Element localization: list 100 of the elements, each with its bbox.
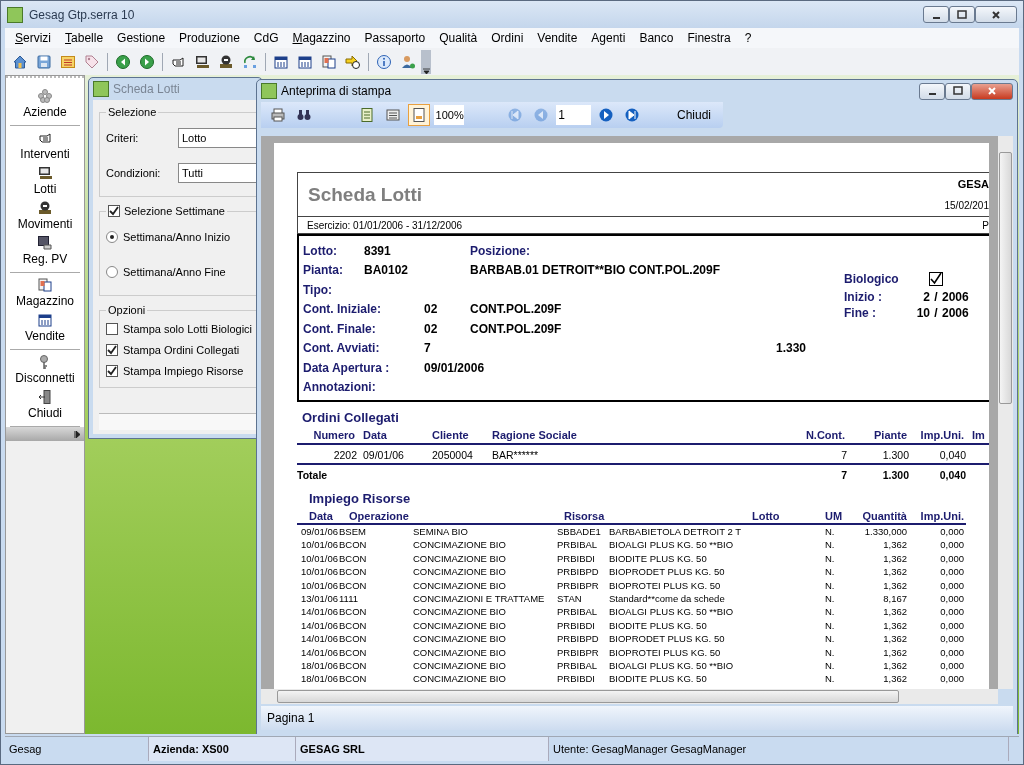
tag-icon [84,53,100,70]
table-cell-text: 18/01/06 [300,658,339,673]
menu-item[interactable]: Produzione [173,31,246,45]
table-cell-text: BIOALGI PLUS KG. 50 **BIO [609,658,735,673]
table-cell-text: SBBADE1 [557,525,602,539]
input-field[interactable]: Tutti [178,162,258,183]
table-cell-text: BIODITE PLUS KG. 50 [609,672,708,686]
table-cell-text: CONCIMAZIONI E TRATTAME [413,591,546,606]
menu-item[interactable]: Finestra [681,31,737,45]
table-cell-text: 1,362 [882,538,908,552]
menu-item[interactable]: Magazzino [286,31,357,45]
menu-item[interactable]: Ordini [485,31,530,45]
keyboard-icon [194,53,210,70]
table-cell-text: N. [824,538,836,552]
table-cell-text: 14/01/06 [300,605,339,619]
keyboard-icon [37,165,53,181]
input-field[interactable]: Lotto [178,127,258,148]
table-cell-text: CONCIMAZIONE BIO [413,618,507,633]
sidebar-item[interactable]: Movimenti [10,198,80,233]
field-label: Cont. Finale: [303,321,377,336]
field-value: CONT.POL.209F [470,321,563,336]
sidebar-item[interactable]: Aziende [10,86,80,121]
menu-item[interactable]: Agenti [585,31,632,45]
table-cell-text: PRBIBPR [557,578,600,592]
sidebar-item[interactable]: Interventi [10,128,80,163]
radio-button[interactable] [106,230,118,243]
table-cell-text: BCON [339,578,368,592]
sidebar-item[interactable]: Reg. PV [10,233,80,268]
toolbar-overflow-button[interactable] [421,49,431,74]
sidebar-item[interactable]: Vendite [10,310,80,345]
menu-item[interactable]: Banco [633,31,680,45]
close-button[interactable] [971,82,1013,100]
table-cell-text: 14/01/06 [300,618,339,633]
table-cell-text: 0,000 [939,591,965,606]
close-button[interactable] [975,6,1017,23]
minimize-button[interactable] [923,6,949,23]
separator-text: / [933,290,939,304]
sidebar-item[interactable]: Disconnetti [10,352,80,387]
maximize-button[interactable] [945,82,971,100]
sidebar-item[interactable]: Magazzino [10,275,80,310]
checkbox[interactable] [108,205,120,217]
table-cell-text: 10/01/06 [300,565,339,579]
menu-item[interactable]: Gestione [111,31,172,45]
checkbox-label: Selezione Settimane [124,205,225,217]
minimize-icon [928,93,936,95]
menu-item[interactable]: CdG [247,31,285,45]
table-cell-text: N. [824,658,836,673]
menu-item[interactable]: Passaporto [358,31,432,45]
minimize-button[interactable] [919,82,945,100]
column-header: N.Cont. [789,429,847,445]
document-icon [37,277,53,293]
table-cell-text: STAN [557,591,583,606]
sidebar-item[interactable]: Lotti [10,163,80,198]
sidebar-item[interactable]: Chiudi [10,387,80,422]
expand-icon[interactable] [74,430,80,438]
checkbox[interactable] [106,364,118,377]
field-value: 09/01/2006 [424,360,486,375]
table-cell-text: CONCIMAZIONE BIO [413,658,507,673]
menu-item[interactable]: Qualità [433,31,484,45]
page-icon [358,107,375,123]
box-icon [218,53,234,70]
table-cell-text: BCON [339,658,368,673]
column-header: Imp.Uni. [909,510,966,525]
table-cell-text: CONCIMAZIONE BIO [413,578,507,592]
calendar-icon [273,53,289,70]
refresh-icon [242,53,258,70]
column-header: Operazione [339,510,413,525]
horizontal-scrollbar[interactable] [261,689,998,704]
menu-item[interactable]: Vendite [531,31,584,45]
vertical-scrollbar[interactable] [998,136,1013,689]
close-icon [991,9,1001,20]
table-cell-text: PRBIBPR [557,645,600,659]
field-value: 2006 [942,306,970,320]
column-header: Imp.Uni. [909,429,966,445]
table-cell-text: 1,362 [882,618,908,633]
checkbox[interactable] [106,343,118,356]
radio-button[interactable] [106,265,118,278]
table-cell-text: N. [824,605,836,619]
toolbar-button[interactable] [407,104,430,126]
column-header: Lotto [752,510,819,525]
menu-item[interactable]: Tabelle [59,31,110,45]
field-label: Pianta: [303,263,344,278]
field-value: 10 [915,306,930,320]
table-cell: 1.300 [847,445,909,465]
table-cell-text: BIOALGI PLUS KG. 50 **BIO [609,538,735,552]
maximize-button[interactable] [949,6,975,23]
checkbox[interactable] [106,322,118,335]
menu-item[interactable]: Servizi [9,31,58,45]
zoom-field[interactable]: 100% [433,105,464,125]
table-cell: 09/01/06 [357,445,432,465]
table-cell-text: 14/01/06 [300,632,339,646]
menu-item[interactable]: ? [738,31,758,45]
table-cell-text: 1,362 [882,578,908,592]
page-number-field[interactable]: 1 [556,105,591,125]
close-preview-button[interactable]: Chiudi [670,106,717,124]
table-cell: 2050004 [432,445,492,465]
table-cell-text: BIOALGI PLUS KG. 50 **BIO [609,605,735,619]
table-cell-text: 0,000 [939,551,965,566]
table-cell-text: CONCIMAZIONE BIO [413,538,507,552]
total-value: 0,040 [938,468,966,483]
